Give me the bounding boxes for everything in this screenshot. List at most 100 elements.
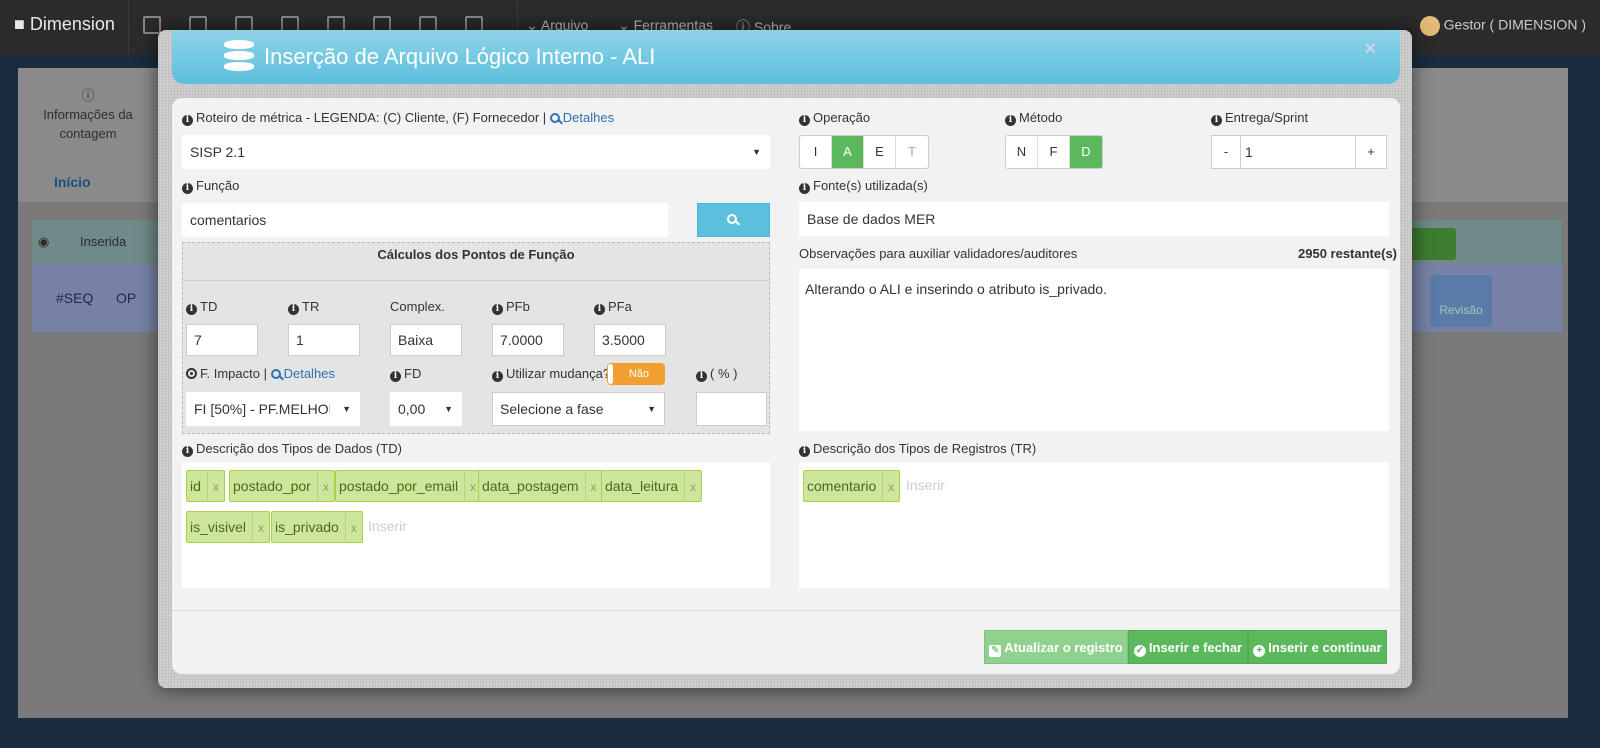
brand[interactable]: ■ Dimension: [14, 14, 115, 35]
save-icon[interactable]: [143, 16, 161, 34]
col-seq: #SEQ: [56, 290, 94, 306]
tr-desc-label: i Descrição dos Tipos de Registros (TR): [799, 441, 1036, 457]
user-menu[interactable]: Gestor ( DIMENSION ): [1419, 16, 1586, 36]
info-icon: i: [799, 183, 810, 194]
tr-tags-input[interactable]: comentario x Inserir: [799, 462, 1389, 588]
fd-label-text: FD: [404, 366, 422, 381]
inserir-fechar-label: Inserir e fechar: [1148, 640, 1243, 655]
search-icon: [270, 369, 281, 379]
pfa-input: 3.5000: [594, 324, 666, 356]
operacao-option-i[interactable]: I: [800, 136, 832, 168]
roteiro-detalhes-link[interactable]: Detalhes: [549, 110, 615, 125]
obs-textarea-value: Alterando o ALI e inserindo o atributo i…: [805, 281, 1107, 297]
tab-informacoes[interactable]: ⓘ Informações da contagem: [38, 86, 138, 143]
fd-select[interactable]: 0,00 ▼: [390, 392, 462, 426]
fontes-input-value: Base de dados MER: [807, 211, 936, 227]
fase-select[interactable]: Selecione a fase ▼: [492, 392, 665, 426]
roteiro-detalhes-label: Detalhes: [562, 110, 615, 125]
td-tag-label: postado_por_email: [339, 478, 459, 494]
complex-label: Complex.: [390, 299, 445, 314]
percent-input[interactable]: [696, 392, 767, 426]
info-icon: i: [492, 304, 503, 315]
edit-icon: ✎: [989, 645, 1002, 657]
funcao-input[interactable]: comentarios: [182, 203, 668, 237]
operacao-option-t[interactable]: T: [896, 136, 928, 168]
roteiro-select[interactable]: SISP 2.1 ▼: [182, 135, 770, 169]
tr-desc-label-text: Descrição dos Tipos de Registros (TR): [813, 441, 1037, 456]
search-icon: [549, 113, 560, 123]
fase-select-value: Selecione a fase: [500, 401, 604, 417]
operacao-label: i Operação: [799, 110, 870, 126]
modal-header: Inserção de Arquivo Lógico Interno - ALI…: [172, 30, 1400, 84]
td-desc-label-text: Descrição dos Tipos de Dados (TD): [196, 441, 402, 456]
td-tag: data_postagem x: [478, 470, 603, 502]
tag-remove-button[interactable]: x: [252, 513, 269, 543]
td-label-text: TD: [200, 299, 218, 314]
funcao-search-button[interactable]: [697, 203, 770, 237]
entrega-increment-button[interactable]: +: [1356, 136, 1386, 168]
td-tag-label: is_privado: [275, 519, 339, 535]
operacao-option-e[interactable]: E: [864, 136, 896, 168]
pfa-label: i PFa: [594, 299, 632, 315]
pfb-input: 7.0000: [492, 324, 564, 356]
mudanca-toggle[interactable]: Não: [607, 363, 665, 385]
legend-inserida: Inserida: [80, 234, 127, 249]
tag-remove-button[interactable]: x: [684, 472, 701, 502]
caret-down-icon: ▼: [647, 404, 656, 414]
tr-input[interactable]: 1: [288, 324, 360, 356]
modal-body: i Roteiro de métrica - LEGENDA: (C) Clien…: [172, 98, 1400, 674]
td-input[interactable]: 7: [186, 324, 258, 356]
entrega-decrement-button[interactable]: -: [1212, 136, 1240, 168]
inserir-continuar-button[interactable]: + Inserir e continuar: [1248, 630, 1387, 664]
mudanca-label-text: Utilizar mudança?: [506, 366, 611, 381]
inserir-fechar-button[interactable]: ✓ Inserir e fechar: [1128, 630, 1248, 664]
close-button[interactable]: ×: [1364, 38, 1376, 61]
entrega-input[interactable]: 1: [1240, 136, 1356, 168]
tr-label-text: TR: [302, 299, 320, 314]
metodo-label-text: Método: [1019, 110, 1063, 125]
obs-label: Observações para auxiliar validadores/au…: [799, 246, 1078, 261]
tab-informacoes-label: Informações da contagem: [43, 107, 133, 141]
td-tag: postado_por_email x: [335, 470, 483, 502]
obs-remaining-count: 2950 restante(s): [1298, 246, 1397, 261]
caret-down-icon: ▼: [342, 404, 351, 414]
roteiro-label-text: Roteiro de métrica - LEGENDA: (C) Client…: [196, 110, 547, 125]
entrega-label-text: Entrega/Sprint: [1225, 110, 1309, 125]
atualizar-registro-button[interactable]: ✎ Atualizar o registro: [984, 630, 1128, 664]
pfb-label: i PFb: [492, 299, 530, 315]
tag-remove-button[interactable]: x: [584, 472, 602, 502]
radio-icon: [186, 368, 197, 379]
caret-down-icon: ▼: [752, 147, 761, 157]
fimpacto-select[interactable]: FI [50%] - PF.MELHORIA ▼: [186, 392, 360, 426]
metodo-option-f[interactable]: F: [1038, 136, 1070, 168]
td-tag-label: id: [190, 478, 201, 494]
tag-remove-button[interactable]: x: [882, 472, 899, 502]
cube-icon: ■: [14, 14, 25, 34]
td-tag-label: data_leitura: [605, 478, 679, 494]
info-icon: i: [288, 304, 299, 315]
td-tags-input[interactable]: id x postado_por x postado_por_email x data…: [182, 462, 770, 588]
obs-textarea[interactable]: Alterando o ALI e inserindo o atributo i…: [799, 269, 1389, 431]
tag-remove-button[interactable]: x: [206, 472, 224, 502]
tag-remove-button[interactable]: x: [344, 513, 362, 543]
roteiro-label: i Roteiro de métrica - LEGENDA: (C) Clien…: [182, 110, 614, 126]
td-tag: is_privado x: [271, 511, 363, 543]
info-icon: i: [390, 371, 401, 382]
revisao-button[interactable]: Revisão: [1430, 275, 1492, 327]
calculos-title: Cálculos dos Pontos de Função: [183, 243, 769, 281]
info-icon: i: [492, 371, 503, 382]
footer-divider: [172, 610, 1400, 611]
fimpacto-detalhes-link[interactable]: Detalhes: [270, 366, 335, 381]
td-tag: id x: [186, 470, 225, 502]
tag-remove-button[interactable]: x: [316, 472, 334, 502]
metodo-label: i Método: [1005, 110, 1062, 126]
caret-down-icon: ▼: [444, 404, 453, 414]
operacao-option-a[interactable]: A: [832, 136, 864, 168]
percent-label-text: ( % ): [710, 366, 738, 381]
td-tag: data_leitura x: [601, 470, 703, 502]
tab-inicio[interactable]: Início: [54, 174, 91, 190]
inserir-continuar-label: Inserir e continuar: [1268, 640, 1382, 655]
metodo-option-d[interactable]: D: [1070, 136, 1102, 168]
fontes-input[interactable]: Base de dados MER: [799, 202, 1389, 236]
metodo-option-n[interactable]: N: [1006, 136, 1038, 168]
